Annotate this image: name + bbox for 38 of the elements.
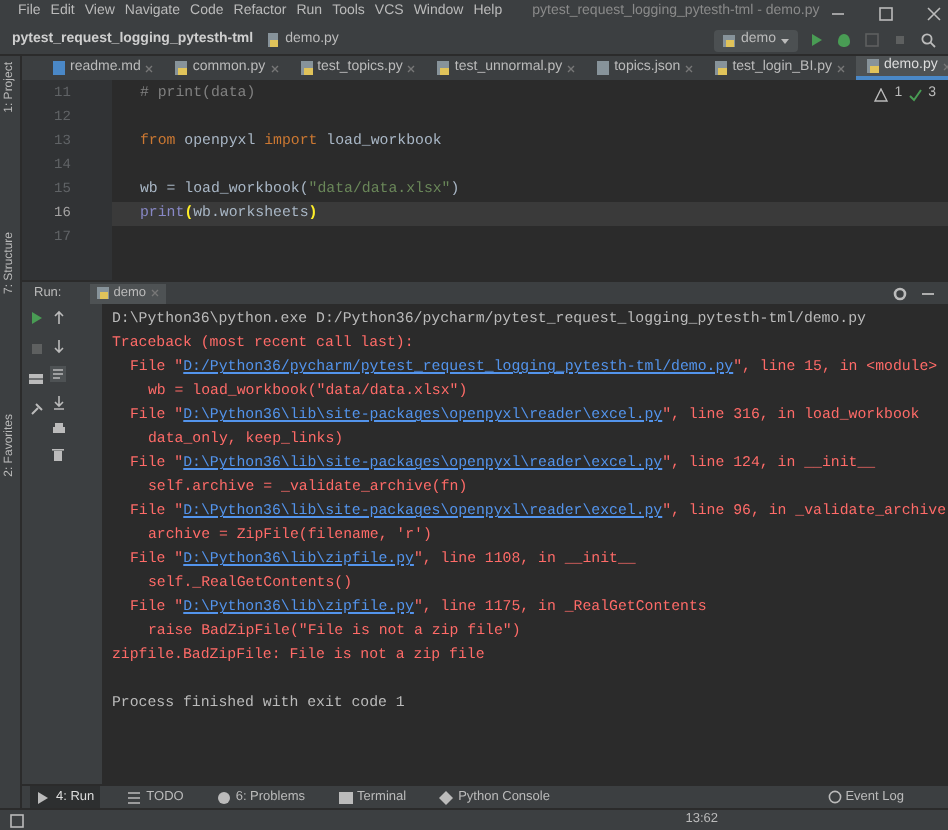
file-icon bbox=[299, 60, 314, 76]
stop-icon[interactable] bbox=[29, 342, 43, 356]
close-icon[interactable] bbox=[566, 63, 577, 73]
close-icon[interactable] bbox=[925, 5, 942, 21]
stop-icon[interactable] bbox=[892, 32, 908, 48]
check-icon bbox=[908, 87, 923, 102]
close-icon[interactable] bbox=[144, 63, 155, 73]
arrow-up-icon[interactable] bbox=[51, 310, 65, 326]
file-icon bbox=[174, 60, 189, 76]
file-icon bbox=[95, 286, 110, 300]
run-icon[interactable] bbox=[810, 32, 824, 48]
close-icon[interactable] bbox=[836, 63, 846, 73]
run-icon[interactable] bbox=[29, 310, 43, 326]
settings-icon[interactable] bbox=[892, 285, 908, 301]
python-file-icon bbox=[265, 32, 280, 48]
arrow-down-icon[interactable] bbox=[51, 338, 65, 354]
file-icon bbox=[596, 60, 611, 76]
list-icon bbox=[126, 789, 143, 805]
close-icon[interactable] bbox=[269, 63, 280, 73]
file-icon bbox=[866, 58, 880, 74]
layout-icon[interactable] bbox=[28, 372, 44, 386]
file-icon bbox=[436, 60, 451, 76]
trash-icon[interactable] bbox=[52, 448, 64, 462]
file-icon bbox=[714, 60, 729, 76]
circle-icon bbox=[215, 789, 232, 805]
warning-icon bbox=[874, 87, 889, 102]
scroll-to-end-icon[interactable] bbox=[51, 394, 65, 410]
search-icon[interactable] bbox=[920, 32, 936, 48]
document-icon bbox=[52, 60, 66, 76]
caret-icon bbox=[780, 35, 790, 45]
python-file-icon bbox=[722, 33, 737, 47]
terminal-icon bbox=[337, 789, 354, 805]
soft-wrap-icon[interactable] bbox=[50, 366, 66, 382]
print-icon[interactable] bbox=[51, 422, 65, 436]
maximize-icon[interactable] bbox=[877, 5, 894, 21]
panel-toggle-icon[interactable] bbox=[10, 813, 24, 827]
close-icon[interactable] bbox=[684, 63, 695, 73]
close-icon[interactable] bbox=[406, 63, 417, 73]
